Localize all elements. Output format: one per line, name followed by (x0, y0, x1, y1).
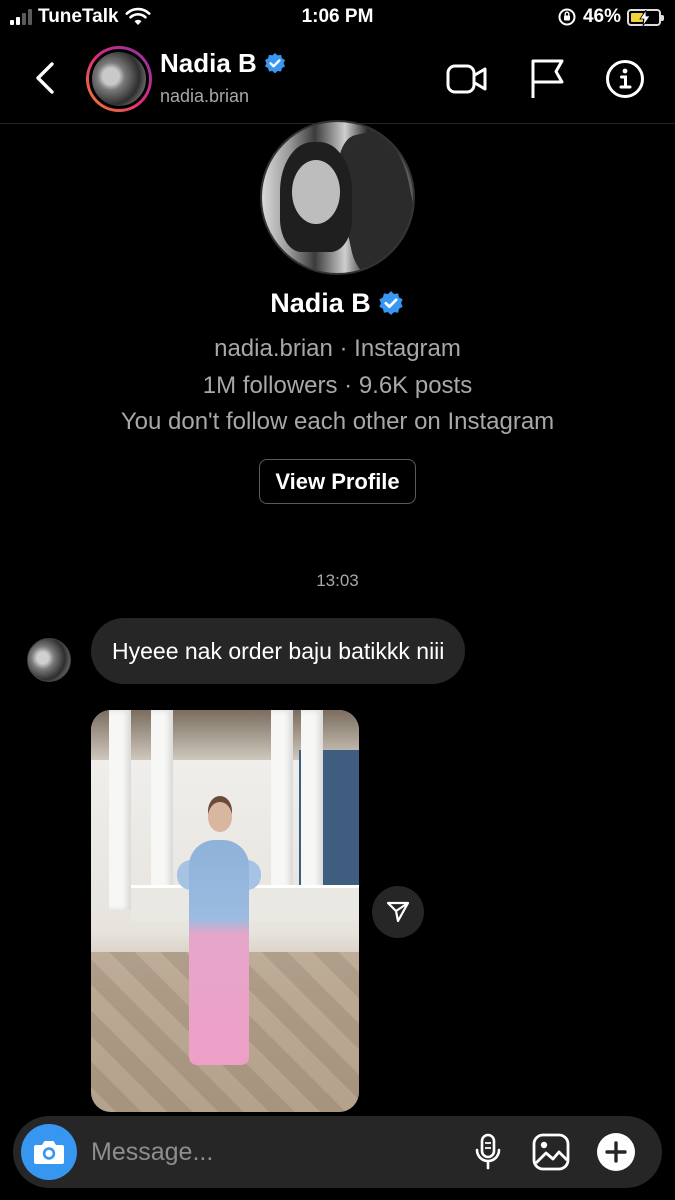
info-icon[interactable] (602, 56, 648, 102)
header-avatar[interactable] (86, 46, 152, 112)
orientation-lock-icon (558, 8, 576, 26)
gallery-button[interactable] (529, 1130, 573, 1174)
sender-avatar[interactable] (27, 638, 71, 682)
view-profile-button[interactable]: View Profile (259, 459, 416, 504)
profile-avatar[interactable] (260, 120, 415, 275)
microphone-icon (475, 1133, 501, 1170)
share-button[interactable] (372, 886, 424, 938)
profile-stats: 1M followers · 9.6K posts (202, 372, 473, 399)
camera-icon (34, 1141, 64, 1164)
verified-badge-icon (379, 290, 403, 315)
status-right: 46% (557, 6, 664, 28)
add-button[interactable] (594, 1130, 638, 1174)
microphone-button[interactable] (466, 1130, 510, 1174)
send-icon (386, 901, 410, 923)
battery-charging-icon (627, 8, 664, 26)
header-username[interactable]: nadia.brian (160, 86, 249, 107)
back-chevron-icon[interactable] (28, 58, 64, 98)
verified-badge-icon (264, 52, 285, 73)
flag-icon[interactable] (524, 56, 570, 102)
camera-button[interactable] (21, 1124, 77, 1180)
video-call-icon[interactable] (444, 56, 490, 102)
chat-header: Nadia B nadia.brian (0, 36, 675, 124)
message-composer (13, 1116, 662, 1188)
message-photo[interactable] (91, 710, 359, 1112)
add-icon (597, 1133, 635, 1171)
profile-username-source: nadia.brian · Instagram (214, 335, 461, 362)
header-name-row[interactable]: Nadia B (160, 48, 287, 79)
gallery-icon (532, 1133, 570, 1171)
profile-relationship: You don't follow each other on Instagram (120, 408, 555, 435)
battery-percent: 46% (582, 6, 621, 27)
header-name: Nadia B (160, 48, 257, 78)
message-bubble[interactable]: Hyeee nak order baju batikkk niii (91, 618, 466, 684)
profile-name: Nadia B (270, 288, 371, 318)
status-bar: TuneTalk 1:06 PM 46% (0, 0, 675, 36)
message-input[interactable] (91, 1132, 451, 1172)
profile-name-row: Nadia B (0, 288, 675, 319)
message-timestamp: 13:03 (316, 571, 359, 590)
